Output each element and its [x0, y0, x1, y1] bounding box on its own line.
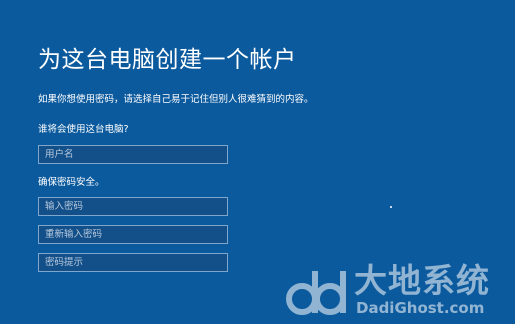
page-description: 如果你想使用密码，请选择自己易于记住但别人很难猜到的内容。 — [38, 94, 314, 105]
password-input[interactable] — [38, 197, 228, 216]
reenter-password-input[interactable] — [38, 225, 228, 244]
watermark-text-en: DadiGhost.com — [356, 299, 485, 317]
username-input[interactable] — [38, 145, 228, 164]
cursor-dot — [390, 206, 392, 208]
dadighost-logo-icon — [286, 271, 346, 315]
watermark-text-cn: 大地系统 — [354, 261, 490, 300]
page-title: 为这台电脑创建一个帐户 — [38, 47, 297, 73]
password-hint-input[interactable] — [38, 253, 228, 272]
security-section-label: 确保密码安全。 — [38, 177, 105, 188]
who-section-label: 谁将会使用这台电脑? — [38, 124, 129, 135]
watermark: 大地系统 DadiGhost.com — [284, 263, 512, 323]
